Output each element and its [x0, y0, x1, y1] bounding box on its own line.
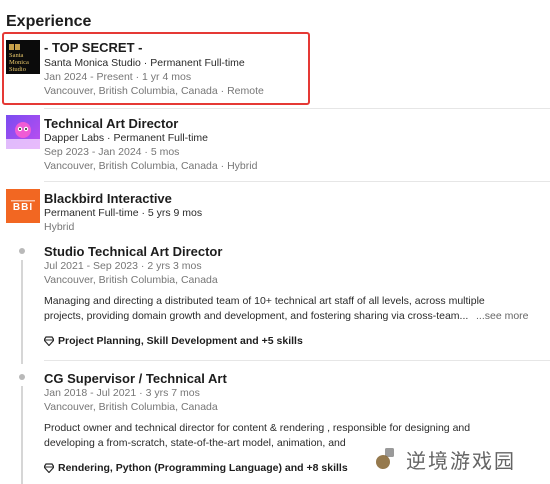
see-more-link[interactable]: ...see more — [476, 310, 529, 322]
divider — [44, 360, 550, 361]
svg-text:Monica: Monica — [9, 59, 29, 66]
skills-row[interactable]: Rendering, Python (Programming Language)… — [44, 462, 348, 474]
svg-text:Studio: Studio — [9, 66, 26, 73]
watermark: 逆境游戏园 — [372, 440, 548, 478]
watermark-text: 逆境游戏园 — [406, 448, 516, 473]
timeline-dot — [19, 248, 25, 254]
position-description: Managing and directing a distributed tea… — [44, 295, 485, 322]
section-title: Experience — [6, 13, 92, 30]
skills-diamond-icon — [44, 336, 54, 346]
company-logo-santa-monica[interactable]: Santa Monica Studio — [6, 40, 40, 74]
skills-row[interactable]: Project Planning, Skill Development and … — [44, 335, 303, 347]
skills-text: Rendering, Python (Programming Language)… — [58, 462, 348, 474]
company-type-duration: Permanent Full-time · 5 yrs 9 mos — [44, 207, 203, 219]
svg-text:BBI: BBI — [13, 202, 33, 213]
position-role[interactable]: Studio Technical Art Director — [44, 244, 222, 259]
job-company: Santa Monica Studio · Permanent Full-tim… — [44, 57, 245, 69]
timeline-line — [21, 386, 23, 484]
svg-text:Santa: Santa — [9, 52, 24, 59]
company-logo-dapper-labs[interactable] — [6, 115, 40, 149]
timeline-dot — [19, 374, 25, 380]
company-name[interactable]: Blackbird Interactive — [44, 191, 172, 206]
position-dates: Jan 2018 - Jul 2021 · 3 yrs 7 mos — [44, 387, 200, 399]
timeline-line — [21, 260, 23, 364]
position-location: Vancouver, British Columbia, Canada — [44, 274, 218, 286]
company-work-mode: Hybrid — [44, 221, 75, 233]
job-role[interactable]: - TOP SECRET - — [44, 40, 142, 55]
job-dates: Jan 2024 - Present · 1 yr 4 mos — [44, 71, 192, 83]
divider — [44, 181, 550, 182]
position-role[interactable]: CG Supervisor / Technical Art — [44, 371, 227, 386]
job-location: Vancouver, British Columbia, Canada · Re… — [44, 85, 264, 97]
job-dates: Sep 2023 - Jan 2024 · 5 mos — [44, 146, 180, 158]
job-role[interactable]: Technical Art Director — [44, 116, 178, 131]
position-dates: Jul 2021 - Sep 2023 · 2 yrs 3 mos — [44, 260, 202, 272]
watermark-logo-icon — [376, 448, 394, 469]
skills-diamond-icon — [44, 463, 54, 473]
company-logo-blackbird[interactable]: BBI — [6, 189, 40, 223]
job-location: Vancouver, British Columbia, Canada · Hy… — [44, 160, 258, 172]
skills-text: Project Planning, Skill Development and … — [58, 335, 303, 347]
job-company: Dapper Labs · Permanent Full-time — [44, 132, 208, 144]
divider — [44, 108, 550, 109]
position-location: Vancouver, British Columbia, Canada — [44, 401, 218, 413]
